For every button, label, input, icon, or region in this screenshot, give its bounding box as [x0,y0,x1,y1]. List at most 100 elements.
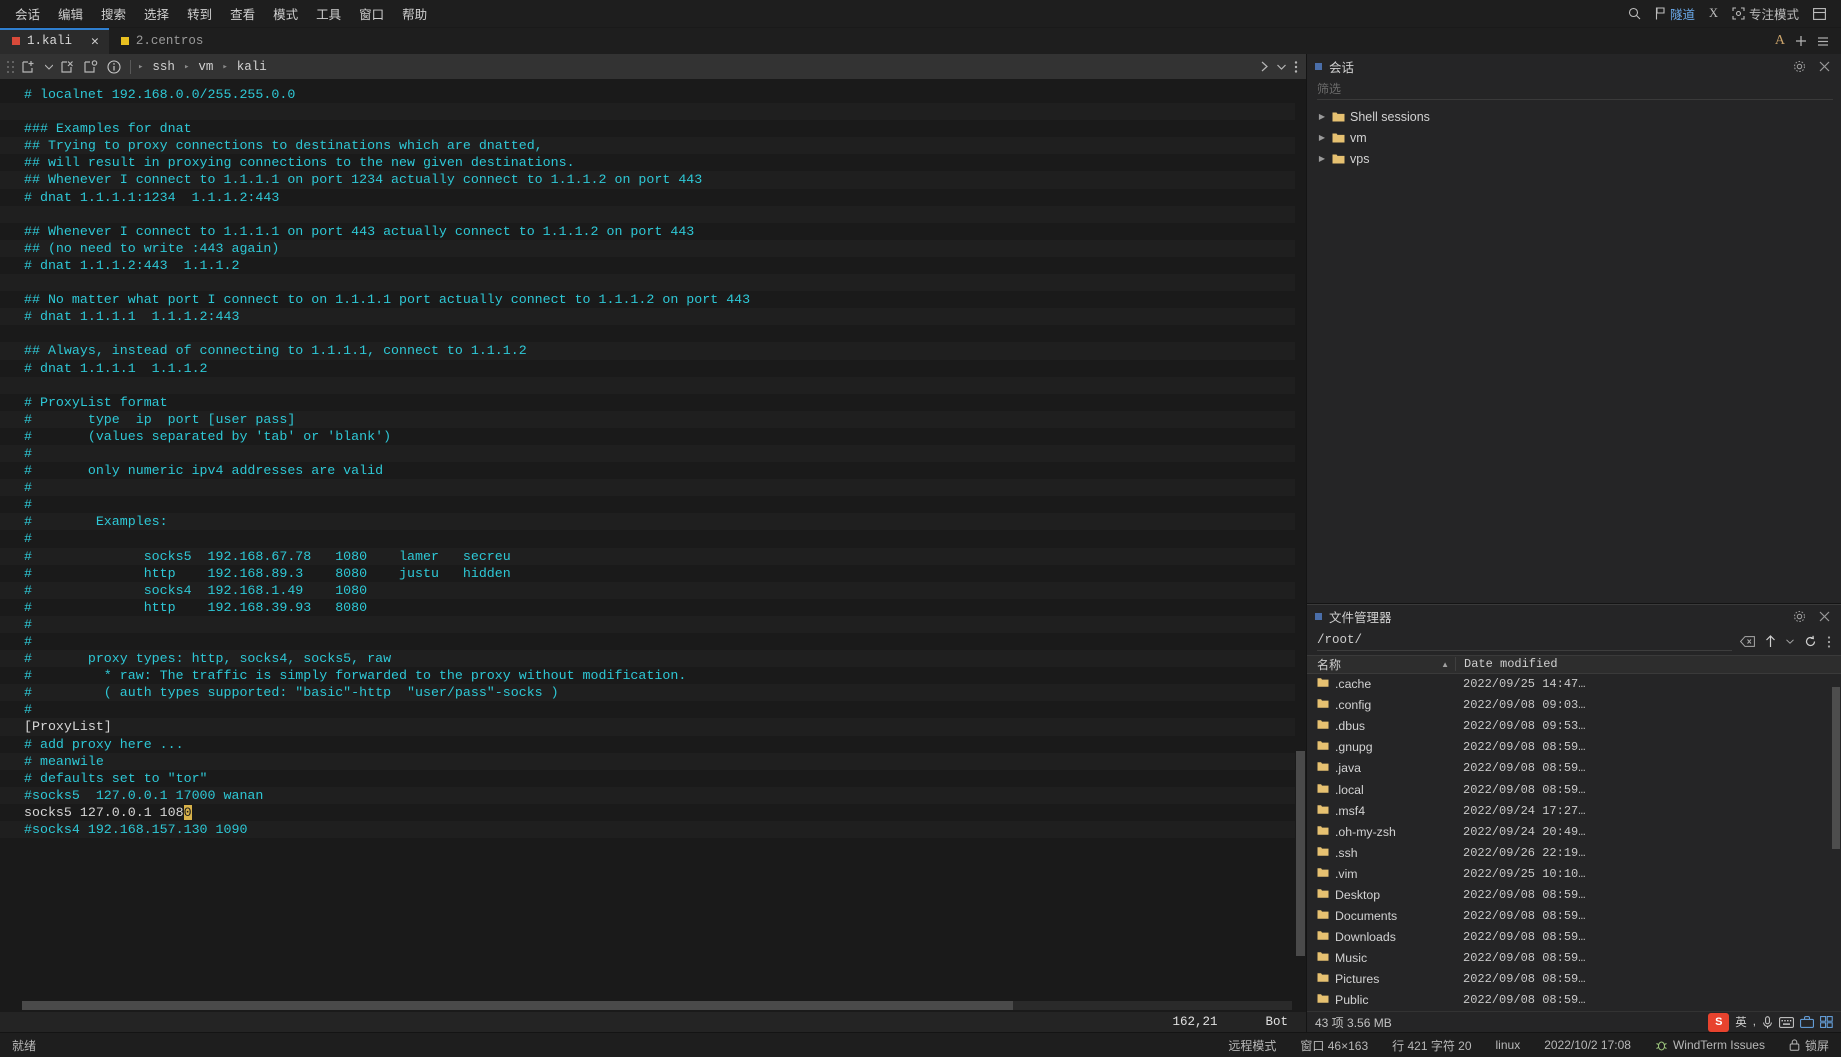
chevron-down-icon[interactable] [1273,64,1290,70]
file-row[interactable]: .vim 2022/09/25 10:10… [1307,863,1841,884]
session-tree-item[interactable]: ▶ vm [1307,127,1841,148]
terminal-horizontal-scrollbar[interactable] [22,1001,1292,1010]
keyboard-icon[interactable] [1779,1016,1794,1028]
scroll-thumb[interactable] [1296,750,1305,956]
chevron-right-icon[interactable]: ▶ [1317,112,1327,121]
more-icon[interactable] [1290,60,1302,74]
toolbox-icon[interactable] [1800,1016,1814,1028]
forward-icon[interactable] [1256,61,1273,72]
column-name[interactable]: 名称 ▲ [1307,656,1455,673]
menu-window[interactable]: 窗口 [350,0,393,27]
breadcrumb-ssh[interactable]: ssh [147,58,180,76]
chevron-right-icon[interactable]: ▶ [1317,133,1327,142]
session-filter-input[interactable] [1317,80,1833,100]
refresh-icon[interactable] [1802,635,1819,648]
reconnect-icon[interactable] [80,59,103,74]
file-row[interactable]: .cache 2022/09/25 14:47… [1307,674,1841,695]
file-list[interactable]: .cache 2022/09/25 14:47… .config 2022/09/08… [1307,673,1841,1011]
session-tree[interactable]: ▶ Shell sessions ▶ vm ▶ vps [1307,104,1841,603]
focus-mode-button[interactable]: 专注模式 [1727,1,1804,26]
scroll-thumb[interactable] [1832,687,1840,849]
menu-session[interactable]: 会话 [6,0,49,27]
ime-logo-icon[interactable]: S [1708,1012,1730,1032]
font-icon[interactable]: A [1775,33,1785,49]
session-tree-item[interactable]: ▶ Shell sessions [1307,106,1841,127]
file-date-label: 2022/09/08 08:59… [1463,782,1586,797]
history-dropdown-icon[interactable] [1784,639,1796,644]
close-x-button[interactable]: X [1704,3,1723,24]
terminal-viewport[interactable]: # localnet 192.168.0.0/255.255.0.0 ### Ex… [0,79,1306,1032]
breadcrumb-kali[interactable]: kali [232,58,272,76]
scroll-thumb[interactable] [22,1001,1013,1010]
chevron-right-icon[interactable]: ▶ [1317,154,1327,163]
search-button[interactable] [1623,4,1646,23]
chevron-down-icon[interactable] [41,64,57,70]
main-area: ▸ ssh ▸ vm ▸ kali # localnet 192.168.0.0… [0,54,1841,1032]
new-session-icon[interactable] [18,60,41,74]
file-row[interactable]: Public 2022/09/08 08:59… [1307,990,1841,1011]
tab-centros[interactable]: 2.centros [108,28,214,54]
session-tree-item[interactable]: ▶ vps [1307,148,1841,169]
close-icon[interactable] [1816,61,1833,72]
menu-tools[interactable]: 工具 [307,0,350,27]
status-issues[interactable]: WindTerm Issues [1643,1038,1777,1052]
file-row[interactable]: .oh-my-zsh 2022/09/24 20:49… [1307,821,1841,842]
info-icon[interactable] [103,59,125,74]
gear-icon[interactable] [1790,60,1809,73]
file-row[interactable]: Documents 2022/09/08 08:59… [1307,906,1841,927]
terminal-output[interactable]: # localnet 192.168.0.0/255.255.0.0 ### Ex… [0,79,1306,1032]
status-cursor[interactable]: 行 421 字符 20 [1380,1037,1483,1054]
file-row[interactable]: Downloads 2022/09/08 08:59… [1307,927,1841,948]
breadcrumb-vm[interactable]: vm [193,58,218,76]
menu-search[interactable]: 搜索 [92,0,135,27]
file-row[interactable]: .java 2022/09/08 08:59… [1307,758,1841,779]
menu-select[interactable]: 选择 [135,0,178,27]
file-row[interactable]: .local 2022/09/08 08:59… [1307,779,1841,800]
file-list-scrollbar[interactable] [1831,673,1841,1011]
drag-grip-icon[interactable] [6,60,15,74]
add-tab-icon[interactable] [1795,35,1807,47]
file-manager-footer: 43 项 3.56 MB S 英 , [1307,1011,1841,1032]
file-name-cell: Music [1307,951,1455,965]
terminal-vertical-scrollbar[interactable] [1295,79,1306,1012]
file-count-label: 43 项 3.56 MB [1315,1015,1392,1030]
file-name-cell: .java [1307,761,1455,775]
menu-edit[interactable]: 编辑 [49,0,92,27]
menu-help[interactable]: 帮助 [393,0,436,27]
clear-path-icon[interactable] [1738,636,1757,647]
close-session-icon[interactable] [57,60,80,74]
file-row[interactable]: Music 2022/09/08 08:59… [1307,948,1841,969]
status-window-size[interactable]: 窗口 46×163 [1288,1037,1380,1054]
file-row[interactable]: .dbus 2022/09/08 09:53… [1307,716,1841,737]
file-name-cell: .cache [1307,677,1455,691]
status-lock[interactable]: 锁屏 [1777,1037,1841,1054]
tab-kali[interactable]: 1.kali ✕ [0,28,109,54]
layout-button[interactable] [1808,5,1831,23]
tab-menu-icon[interactable] [1817,36,1829,47]
file-row[interactable]: Pictures 2022/09/08 08:59… [1307,969,1841,990]
menu-goto[interactable]: 转到 [178,0,221,27]
file-row[interactable]: .config 2022/09/08 09:03… [1307,695,1841,716]
file-date-label: 2022/09/08 08:59… [1463,740,1586,755]
file-row[interactable]: Desktop 2022/09/08 08:59… [1307,884,1841,905]
quote-icon[interactable]: , [1753,1016,1756,1028]
file-row[interactable]: .gnupg 2022/09/08 08:59… [1307,737,1841,758]
path-input[interactable]: /root/ [1317,633,1732,651]
tab-close-icon[interactable]: ✕ [79,35,99,48]
status-platform[interactable]: linux [1484,1038,1533,1052]
column-date[interactable]: Date modified [1455,657,1841,671]
tunnel-button[interactable]: 隧道 [1650,1,1700,26]
file-row[interactable]: .msf4 2022/09/24 17:27… [1307,800,1841,821]
status-remote-mode[interactable]: 远程模式 [1216,1037,1288,1054]
file-row[interactable]: .ssh 2022/09/26 22:19… [1307,842,1841,863]
mic-icon[interactable] [1762,1015,1773,1029]
more-icon[interactable] [1825,635,1833,649]
grid-icon[interactable] [1820,1016,1833,1028]
up-directory-icon[interactable] [1763,635,1778,648]
close-icon[interactable] [1816,611,1833,622]
menu-view[interactable]: 查看 [221,0,264,27]
ime-language-label[interactable]: 英 [1735,1014,1747,1030]
file-date-label: 2022/09/25 10:10… [1463,866,1586,881]
gear-icon[interactable] [1790,610,1809,623]
menu-mode[interactable]: 模式 [264,0,307,27]
